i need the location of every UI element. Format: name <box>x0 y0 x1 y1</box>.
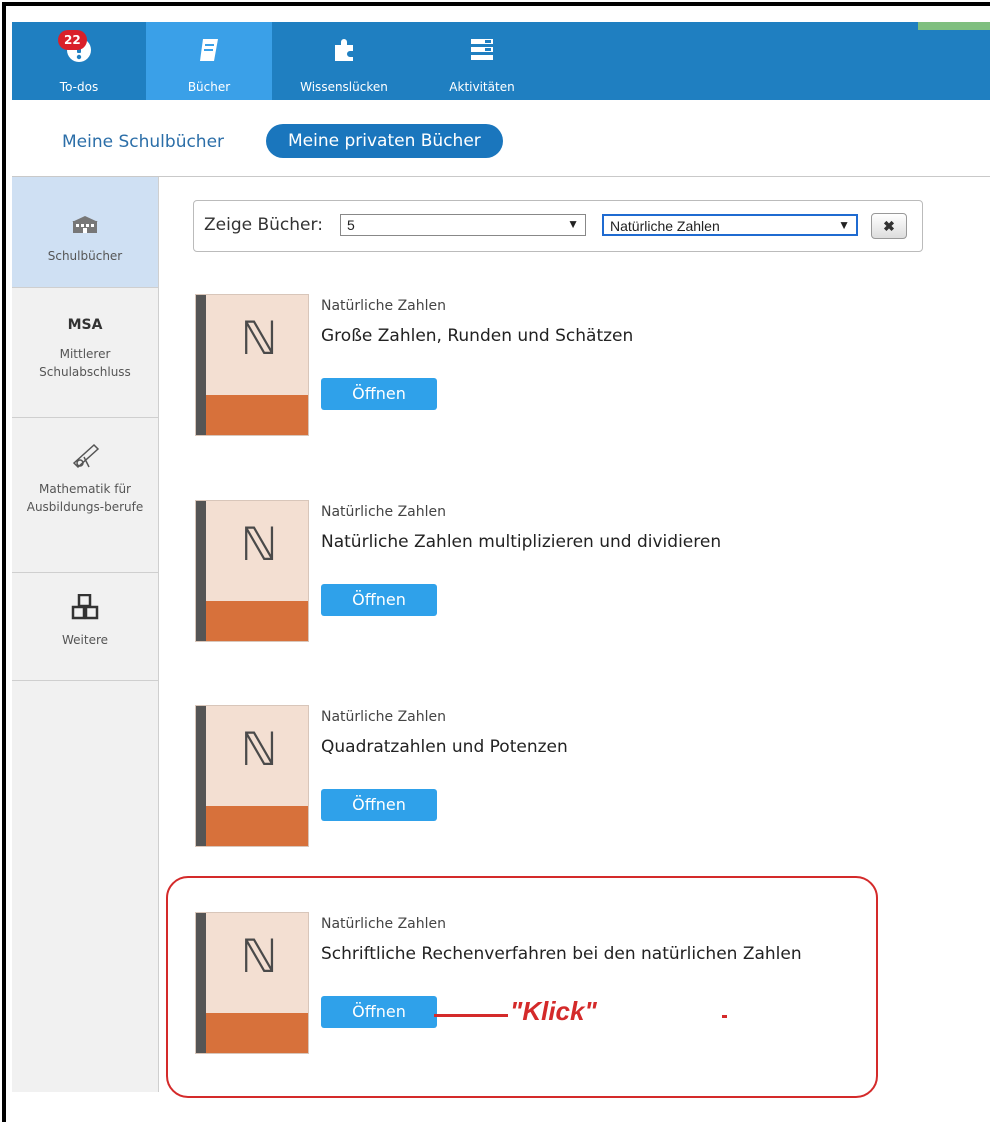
my-school-books-link[interactable]: Meine Schulbücher <box>62 132 224 152</box>
dropdown-arrow-icon: ▼ <box>838 218 850 232</box>
clear-filter-button[interactable]: ✖ <box>871 213 907 239</box>
sidebar-item-label: Mittlerer Schulabschluss <box>39 347 131 379</box>
cover-spine <box>196 501 206 641</box>
nav-item-todos[interactable]: 22 To-dos <box>12 22 146 100</box>
sidebar-item-weitere[interactable]: Weitere <box>12 572 158 681</box>
sidebar-item-mathematik-ausbildung[interactable]: Mathematik für Ausbildungs-berufe <box>12 417 158 573</box>
school-icon <box>72 215 98 239</box>
nav-item-aktivitaeten[interactable]: Aktivitäten <box>432 22 532 100</box>
natural-numbers-symbol-icon: ℕ <box>240 311 278 365</box>
highlight-frame <box>166 876 878 1098</box>
cover-band <box>206 395 308 435</box>
puzzle-icon <box>331 36 357 64</box>
open-book-button[interactable]: Öffnen <box>321 789 437 821</box>
nav-item-label: To-dos <box>59 80 99 94</box>
cubes-icon <box>71 593 99 625</box>
book-cover[interactable]: ℕ <box>195 705 309 847</box>
book-category: Natürliche Zahlen <box>321 504 447 520</box>
cover-band <box>206 806 308 846</box>
sidebar: Schulbücher MSA Mittlerer Schulabschluss… <box>12 177 159 1092</box>
nav-item-buecher[interactable]: Bücher <box>146 22 272 100</box>
nav-item-label: Bücher <box>187 80 231 94</box>
grade-select[interactable]: 5 ▼ <box>340 214 586 236</box>
nav-item-wissensluecken[interactable]: Wissenslücken <box>284 22 404 100</box>
sidebar-item-label: Schulbücher <box>47 249 123 263</box>
msa-abbreviation: MSA <box>67 317 103 333</box>
todo-count-badge: 22 <box>58 30 87 50</box>
annotation-mark <box>722 1015 727 1018</box>
book-category: Natürliche Zahlen <box>321 298 447 314</box>
book-title: Große Zahlen, Runden und Schätzen <box>321 326 634 346</box>
nav-item-label: Aktivitäten <box>449 80 515 94</box>
nav-item-label: Wissenslücken <box>300 80 388 94</box>
sidebar-item-msa[interactable]: MSA Mittlerer Schulabschluss <box>12 287 158 418</box>
book-icon <box>197 36 221 64</box>
dropdown-arrow-icon: ▼ <box>567 217 579 231</box>
topic-select-value: Natürliche Zahlen <box>610 218 720 234</box>
cover-spine <box>196 706 206 846</box>
book-title: Natürliche Zahlen multiplizieren und div… <box>321 532 722 552</box>
sidebar-item-label: Mathematik für Ausbildungs-berufe <box>26 482 144 514</box>
filter-label: Zeige Bücher: <box>204 215 323 235</box>
sidebar-item-label: Weitere <box>61 633 109 647</box>
topic-select[interactable]: Natürliche Zahlen ▼ <box>602 214 858 236</box>
telescope-icon <box>70 441 100 474</box>
topbar-accent <box>918 22 990 30</box>
book-cover[interactable]: ℕ <box>195 500 309 642</box>
natural-numbers-symbol-icon: ℕ <box>240 722 278 776</box>
open-book-button[interactable]: Öffnen <box>321 584 437 616</box>
top-nav-bar: 22 To-dos Bücher Wissenslücken Aktivität… <box>12 22 990 100</box>
sidebar-item-schulbuecher[interactable]: Schulbücher <box>12 177 158 288</box>
cover-band <box>206 601 308 641</box>
book-cover[interactable]: ℕ <box>195 294 309 436</box>
click-annotation: "Klick" <box>510 996 597 1026</box>
annotation-arrow-line <box>434 1014 508 1017</box>
list-icon <box>469 36 495 64</box>
book-title: Quadratzahlen und Potenzen <box>321 737 568 757</box>
book-filter-bar: Zeige Bücher: 5 ▼ Natürliche Zahlen ▼ ✖ <box>193 200 923 252</box>
natural-numbers-symbol-icon: ℕ <box>240 517 278 571</box>
book-category: Natürliche Zahlen <box>321 709 447 725</box>
sub-nav: Meine Schulbücher Meine privaten Bücher <box>12 100 990 177</box>
open-book-button[interactable]: Öffnen <box>321 378 437 410</box>
grade-select-value: 5 <box>347 217 355 233</box>
my-private-books-tab[interactable]: Meine privaten Bücher <box>266 124 503 158</box>
cover-spine <box>196 295 206 435</box>
